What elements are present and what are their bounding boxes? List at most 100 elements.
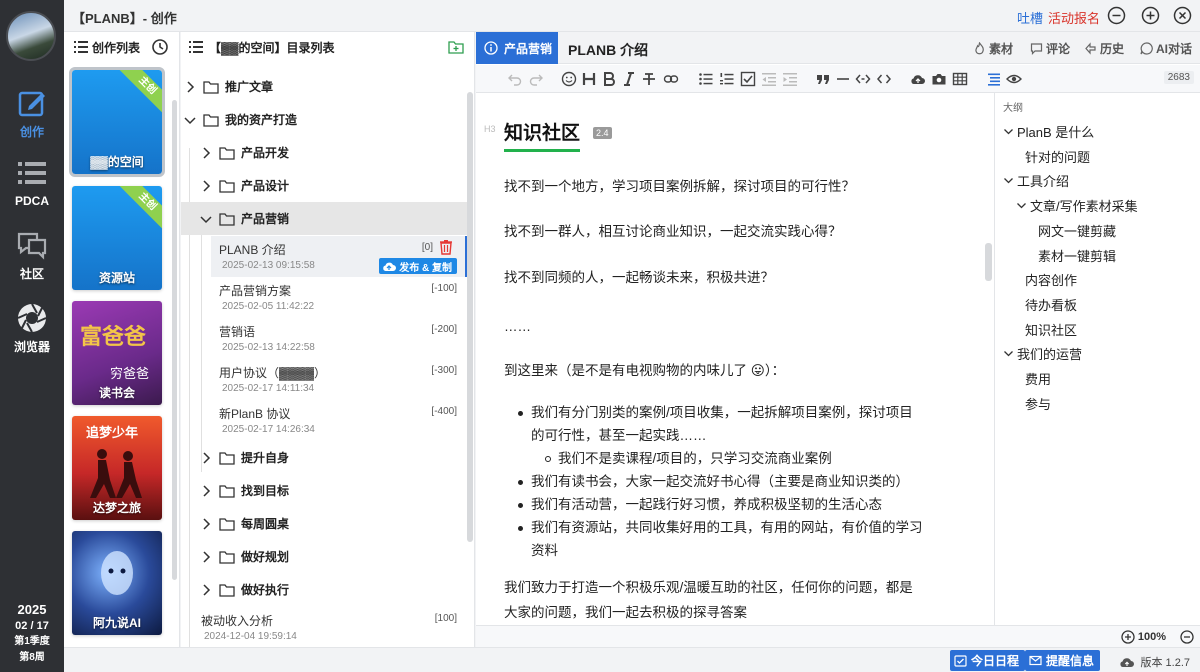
nav-browser-label: 浏览器 xyxy=(13,340,50,354)
materials-button[interactable]: 素材 xyxy=(973,40,1013,57)
doc-title-header[interactable]: PLANB 介绍 xyxy=(568,40,648,60)
tree-item-plan[interactable]: 做好规划 xyxy=(181,540,467,573)
cloud-upload-icon[interactable] xyxy=(910,71,926,87)
works-scrollbar[interactable] xyxy=(172,100,177,580)
nav-pdca-label: PDCA xyxy=(14,194,49,208)
quote-icon[interactable] xyxy=(815,71,831,87)
catalog-scrollbar[interactable] xyxy=(467,92,473,542)
work-card-dream[interactable]: 追梦少年 达梦之旅 xyxy=(72,416,162,520)
close-icon[interactable] xyxy=(1173,6,1192,25)
tree-item-label: 产品营销 xyxy=(241,212,290,226)
outline-item[interactable]: 知识社区 xyxy=(1025,320,1077,339)
category-tab[interactable]: 产品营销 xyxy=(476,32,558,64)
add-folder-icon[interactable] xyxy=(448,39,464,55)
doc-item[interactable]: 被动收入分析 [100] 2024-12-04 19:59:14 xyxy=(193,607,467,648)
refresh-icon[interactable] xyxy=(151,38,169,56)
strikethrough-icon[interactable] xyxy=(641,71,657,87)
date-year: 2025 xyxy=(17,602,47,617)
doc-count: [-100] xyxy=(431,283,457,294)
table-icon[interactable] xyxy=(952,71,968,87)
tree-item-promo[interactable]: 推广文章 xyxy=(181,70,467,103)
outline-item[interactable]: PlanB 是什么 xyxy=(1003,122,1094,141)
mail-icon xyxy=(1029,655,1042,666)
ai-chat-button[interactable]: AI对话 xyxy=(1140,40,1192,57)
italic-icon[interactable] xyxy=(621,71,637,87)
outline-toggle-icon[interactable] xyxy=(986,71,1002,87)
indent-icon[interactable] xyxy=(782,71,798,87)
undo-icon[interactable] xyxy=(507,71,523,87)
outline-item[interactable]: 内容创作 xyxy=(1025,270,1077,289)
work-card-name: 达梦之旅 xyxy=(92,501,141,515)
doc-item[interactable]: 营销语 [-200] 2025-02-13 14:22:58 xyxy=(211,318,467,359)
preview-eye-icon[interactable] xyxy=(1006,71,1022,87)
outline-item[interactable]: 待办看板 xyxy=(1025,295,1077,314)
outline-item[interactable]: 素材一键剪辑 xyxy=(1038,246,1116,265)
nav-pdca[interactable]: PDCA xyxy=(0,157,64,208)
today-schedule-button[interactable]: 今日日程 xyxy=(950,650,1026,671)
heading-icon[interactable] xyxy=(581,71,597,87)
inline-code-icon[interactable] xyxy=(855,71,871,87)
work-card-ai[interactable]: 阿九说AI xyxy=(72,531,162,635)
outline-item[interactable]: 我们的运营 xyxy=(1003,344,1082,363)
zoom-out-icon[interactable] xyxy=(1180,630,1194,644)
aperture-icon xyxy=(17,303,47,333)
doc-item[interactable]: 用户协议（▓▓▓▓） [-300] 2025-02-17 14:11:34 xyxy=(211,359,467,400)
chevron-right-icon xyxy=(203,583,211,596)
code-block-icon[interactable] xyxy=(876,71,892,87)
doc-item[interactable]: 新PlanB 协议 [-400] 2025-02-17 14:26:34 xyxy=(211,400,467,441)
tree-item-dev[interactable]: 产品开发 xyxy=(181,136,467,169)
avatar[interactable] xyxy=(6,11,56,61)
horizontal-rule-icon[interactable] xyxy=(835,71,851,87)
outline-item[interactable]: 费用 xyxy=(1025,369,1051,388)
tree-item-improve[interactable]: 提升自身 xyxy=(181,441,467,474)
checklist-icon[interactable] xyxy=(740,71,756,87)
outline-item[interactable]: 工具介绍 xyxy=(1003,171,1069,190)
outline-item[interactable]: 参与 xyxy=(1025,394,1051,413)
trash-icon[interactable] xyxy=(439,239,453,255)
list-icon xyxy=(18,162,46,184)
outline-item[interactable]: 网文一键剪藏 xyxy=(1038,221,1116,240)
doc-item[interactable]: 产品营销方案 [-100] 2025-02-05 11:42:22 xyxy=(211,277,467,318)
redo-icon[interactable] xyxy=(528,71,544,87)
publish-copy-button[interactable]: 发布 & 复制 xyxy=(379,258,457,274)
doc-item-active[interactable]: PLANB 介绍 [0] 2025-02-13 09:15:58 发布 & 复制 xyxy=(211,236,467,277)
emoji-icon[interactable] xyxy=(561,71,577,87)
outdent-icon[interactable] xyxy=(761,71,777,87)
bold-icon[interactable] xyxy=(601,71,617,87)
tree-item-goal[interactable]: 找到目标 xyxy=(181,474,467,507)
outline-item-label: 参与 xyxy=(1025,397,1052,412)
outline-item[interactable]: 针对的问题 xyxy=(1025,147,1090,166)
book-cover-subtitle: 穷爸爸 xyxy=(110,366,150,381)
ordered-list-icon[interactable] xyxy=(719,71,735,87)
link-icon[interactable] xyxy=(663,71,679,87)
nav-community-label: 社区 xyxy=(19,267,44,281)
complain-link[interactable]: 吐槽 xyxy=(1017,8,1043,27)
outline-item[interactable]: 文章/写作素材采集 xyxy=(1016,196,1138,215)
outline-item-label: 文章/写作素材采集 xyxy=(1030,199,1138,214)
version-info[interactable]: 版本 1.2.7 xyxy=(1119,654,1190,670)
maximize-icon[interactable] xyxy=(1141,6,1160,25)
reminder-button[interactable]: 提醒信息 xyxy=(1025,650,1101,671)
nav-community[interactable]: 社区 xyxy=(0,228,64,282)
nav-browser[interactable]: 浏览器 xyxy=(0,301,64,355)
camera-icon[interactable] xyxy=(931,71,947,87)
tree-item-design[interactable]: 产品设计 xyxy=(181,169,467,202)
work-card-space[interactable]: 主创 ▓▓的空间 xyxy=(69,67,165,177)
bullet-list-icon[interactable] xyxy=(698,71,714,87)
signup-link[interactable]: 活动报名 xyxy=(1048,8,1100,27)
content-scrollbar[interactable] xyxy=(985,243,992,281)
tree-item-assets[interactable]: 我的资产打造 xyxy=(181,103,467,136)
work-card-bookclub[interactable]: 富爸爸 穷爸爸 读书会 xyxy=(72,301,162,405)
tree-item-roundtable[interactable]: 每周圆桌 xyxy=(181,507,467,540)
work-card-resources[interactable]: 主创 资源站 xyxy=(72,186,162,290)
tree-item-execute[interactable]: 做好执行 xyxy=(181,573,467,606)
zoom-in-button[interactable]: 100% xyxy=(1121,630,1166,644)
outline-item-label: 费用 xyxy=(1025,372,1052,387)
editor-content[interactable]: H3 知识社区 2.4 找不到一个地方，学习项目案例拆解，探讨项目的可行性？ 找… xyxy=(476,93,994,625)
tree-item-marketing[interactable]: 产品营销 xyxy=(181,202,467,235)
comments-button[interactable]: 评论 xyxy=(1030,40,1070,57)
history-button[interactable]: 历史 xyxy=(1084,40,1124,57)
nav-create[interactable]: 创作 xyxy=(0,86,64,140)
outline-item-label: 内容创作 xyxy=(1025,273,1078,288)
minimize-icon[interactable] xyxy=(1107,6,1126,25)
